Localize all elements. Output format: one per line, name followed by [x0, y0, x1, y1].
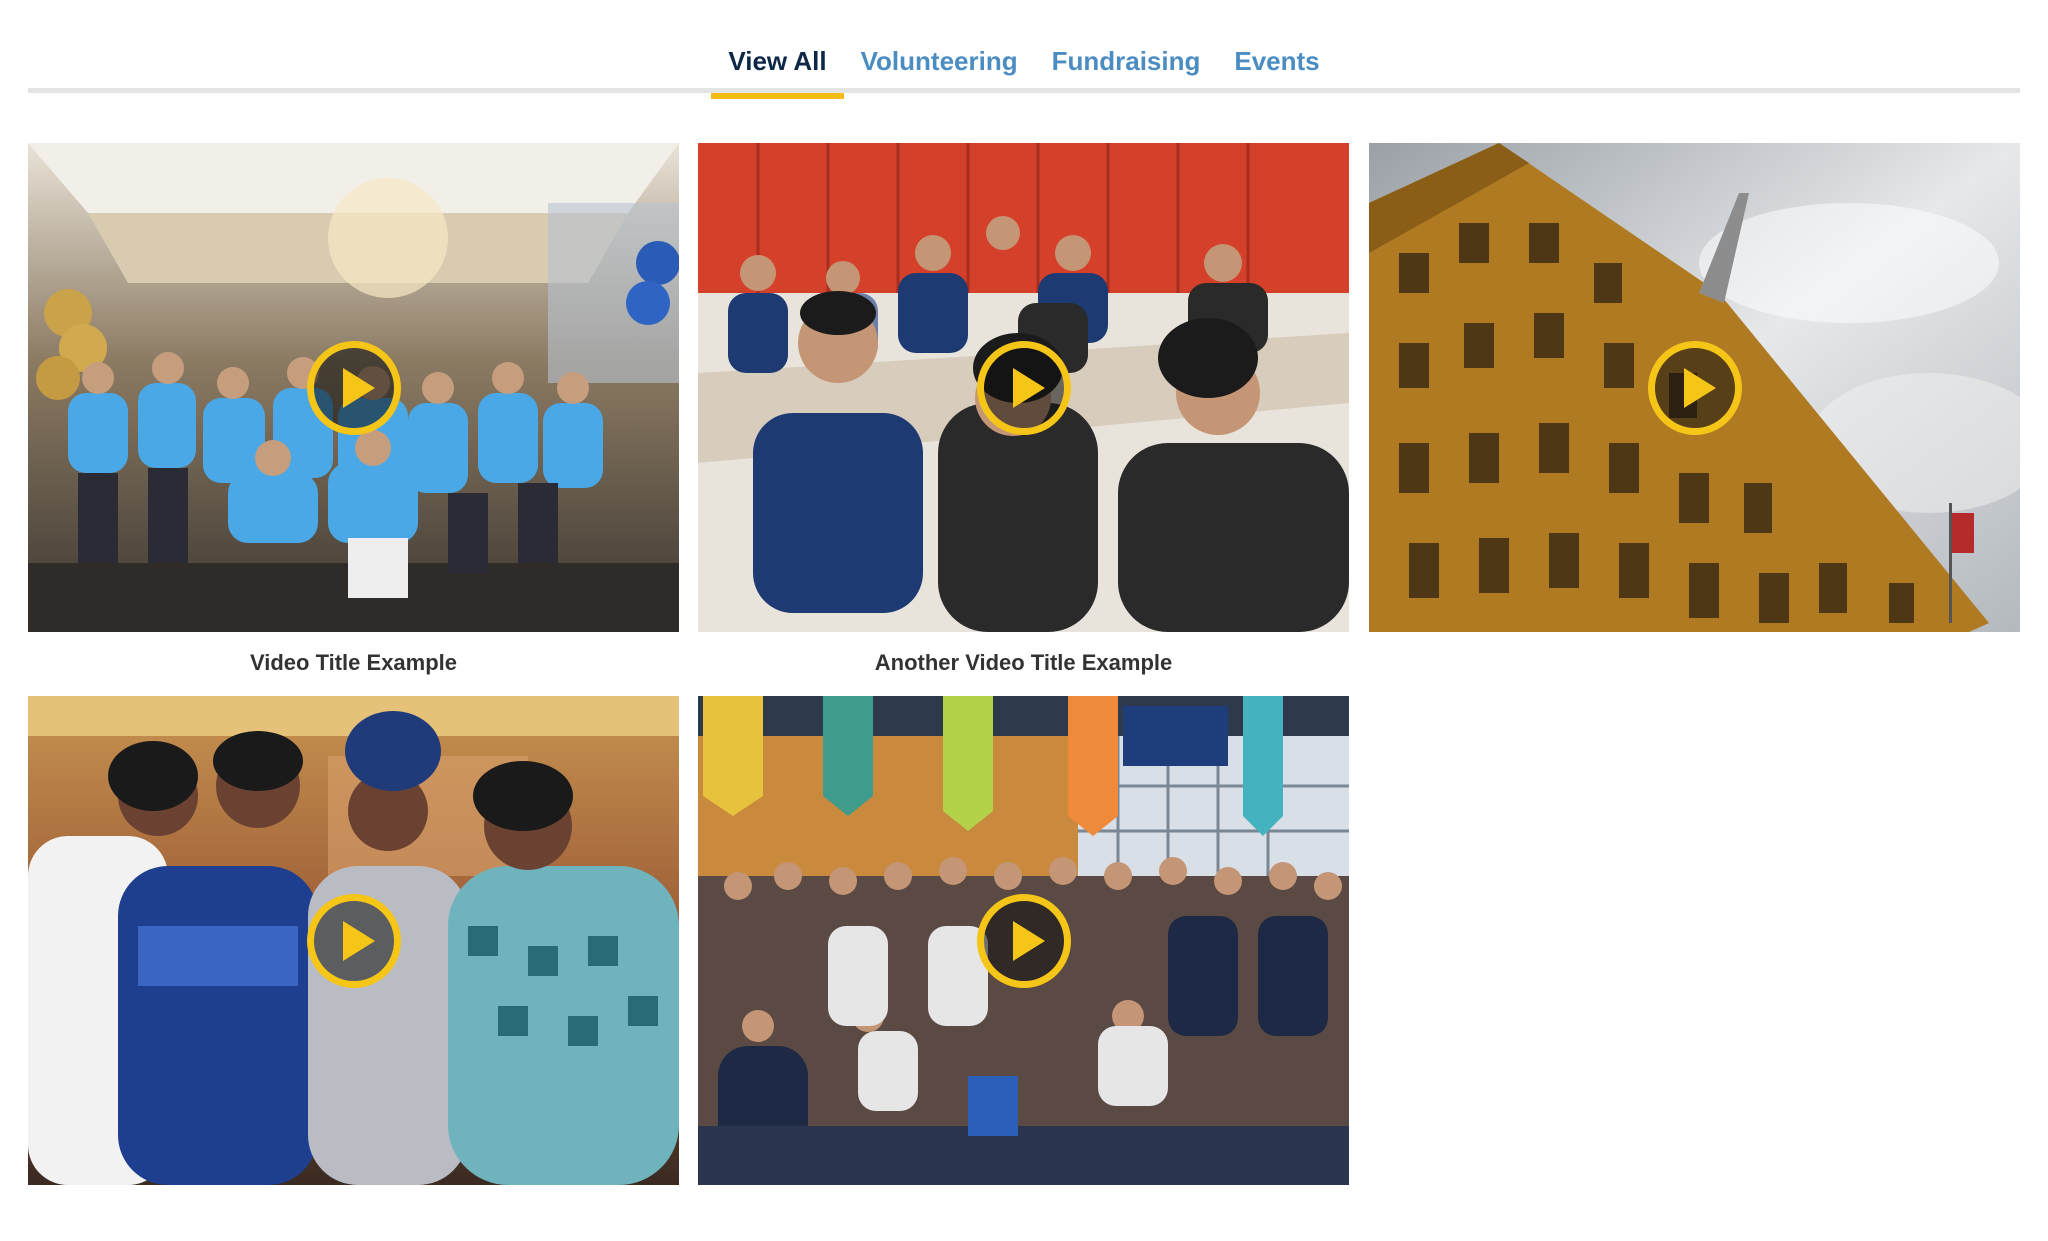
category-tabs: View All Volunteering Fundraising Events — [28, 0, 2020, 99]
play-button[interactable] — [976, 893, 1071, 988]
tab-fundraising[interactable]: Fundraising — [1035, 40, 1218, 95]
video-thumbnail[interactable] — [698, 696, 1349, 1185]
play-icon — [342, 920, 375, 961]
video-title[interactable] — [1369, 650, 2020, 680]
video-card: Video Title Example — [28, 143, 679, 680]
tab-volunteering[interactable]: Volunteering — [844, 40, 1035, 95]
tab-events[interactable]: Events — [1217, 40, 1336, 95]
video-title[interactable]: Video Title Example — [28, 650, 679, 680]
tab-list: View All Volunteering Fundraising Events — [28, 40, 2020, 99]
video-card — [28, 696, 679, 1233]
video-title[interactable]: Another Video Title Example — [698, 650, 1349, 680]
play-icon — [1012, 920, 1045, 961]
play-icon — [1683, 367, 1716, 408]
play-button[interactable] — [1647, 340, 1742, 435]
play-icon — [1012, 367, 1045, 408]
video-thumbnail[interactable] — [28, 143, 679, 632]
video-card: Another Video Title Example — [698, 143, 1349, 680]
video-card — [698, 696, 1349, 1233]
tab-view-all[interactable]: View All — [711, 40, 844, 99]
video-title[interactable] — [28, 1203, 679, 1233]
play-button[interactable] — [976, 340, 1071, 435]
video-card — [1369, 143, 2020, 680]
play-button[interactable] — [306, 340, 401, 435]
video-thumbnail[interactable] — [28, 696, 679, 1185]
video-thumbnail[interactable] — [698, 143, 1349, 632]
play-icon — [342, 367, 375, 408]
video-title[interactable] — [698, 1203, 1349, 1233]
play-button[interactable] — [306, 893, 401, 988]
video-thumbnail[interactable] — [1369, 143, 2020, 632]
